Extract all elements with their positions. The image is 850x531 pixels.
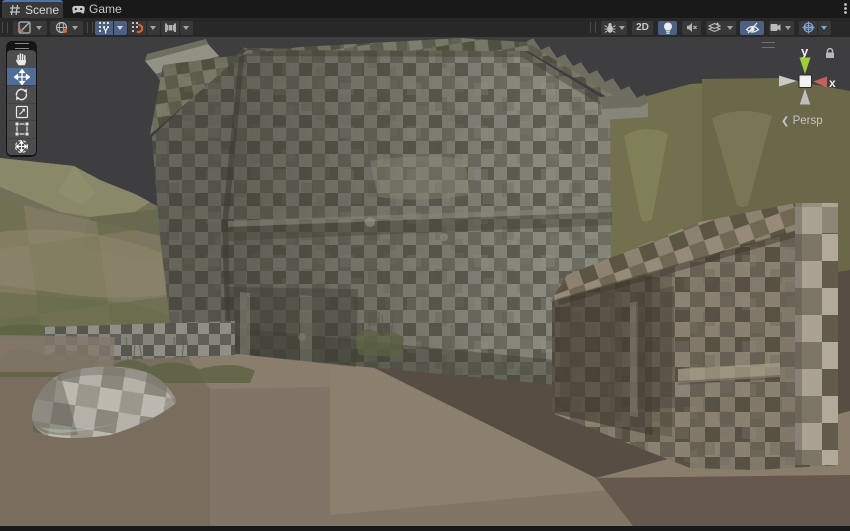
- svg-text:x: x: [829, 76, 836, 90]
- svg-text:y: y: [801, 44, 809, 59]
- svg-text:Y: Y: [103, 27, 109, 35]
